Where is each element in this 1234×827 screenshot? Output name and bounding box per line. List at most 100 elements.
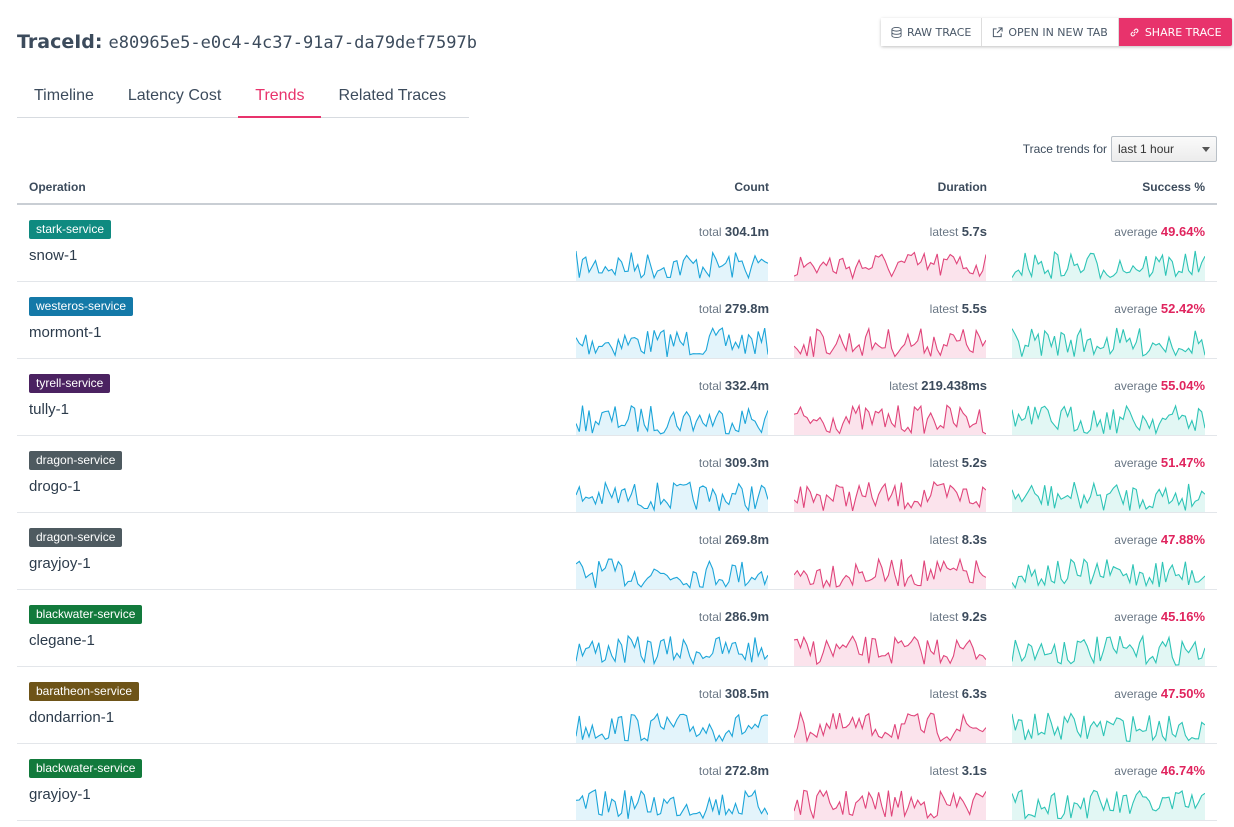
table-row[interactable]: blackwater-service grayjoy-1 total 272.8… xyxy=(17,744,1217,821)
count-value: 304.1m xyxy=(724,224,769,239)
table-row[interactable]: blackwater-service clegane-1 total 286.9… xyxy=(17,590,1217,667)
table-row[interactable]: dragon-service grayjoy-1 total 269.8m la… xyxy=(17,513,1217,590)
success-value: 55.04% xyxy=(1160,378,1205,393)
service-badge: blackwater-service xyxy=(29,605,143,624)
trace-id-label: TraceId: xyxy=(17,31,103,53)
tab-trends[interactable]: Trends xyxy=(238,76,322,118)
duration-prefix: latest xyxy=(929,610,959,624)
duration-value: 5.5s xyxy=(961,301,987,316)
operation-name: snow-1 xyxy=(29,247,78,264)
success-prefix: average xyxy=(1114,225,1158,239)
count-stat: total 308.5m xyxy=(699,686,769,701)
sparkline-area xyxy=(794,713,986,743)
duration-sparkline xyxy=(794,403,986,435)
column-duration[interactable]: Duration xyxy=(938,180,987,194)
raw-trace-label: RAW TRACE xyxy=(907,25,972,39)
success-prefix: average xyxy=(1114,302,1158,316)
duration-stat: latest 5.5s xyxy=(930,301,987,316)
count-value: 332.4m xyxy=(724,378,769,393)
trend-filter: Trace trends for last 1 hour xyxy=(1023,136,1217,162)
table-row[interactable]: stark-service snow-1 total 304.1m latest… xyxy=(17,205,1217,282)
success-stat: average 45.16% xyxy=(1114,609,1205,624)
trace-header: TraceId: e80965e5-e0c4-4c37-91a7-da79def… xyxy=(17,31,477,53)
tab-bar: Timeline Latency Cost Trends Related Tra… xyxy=(17,76,469,118)
count-sparkline xyxy=(576,480,768,512)
tab-timeline[interactable]: Timeline xyxy=(17,76,111,118)
success-sparkline xyxy=(1012,634,1205,666)
sparkline-area xyxy=(1012,713,1205,743)
success-sparkline xyxy=(1012,789,1205,820)
operation-name: grayjoy-1 xyxy=(29,555,91,572)
service-badge: stark-service xyxy=(29,220,112,239)
success-prefix: average xyxy=(1114,687,1158,701)
duration-stat: latest 9.2s xyxy=(930,609,987,624)
count-value: 269.8m xyxy=(724,532,769,547)
count-prefix: total xyxy=(698,533,722,547)
duration-sparkline xyxy=(794,557,986,589)
table-row[interactable]: dragon-service drogo-1 total 309.3m late… xyxy=(17,436,1217,513)
success-prefix: average xyxy=(1114,610,1158,624)
table-row[interactable]: baratheon-service dondarrion-1 total 308… xyxy=(17,667,1217,744)
share-trace-button[interactable]: SHARE TRACE xyxy=(1118,18,1232,46)
duration-value: 3.1s xyxy=(961,763,987,778)
duration-sparkline xyxy=(794,711,986,743)
success-sparkline xyxy=(1012,558,1205,589)
duration-stat: latest 5.7s xyxy=(930,224,987,239)
table-row[interactable]: tyrell-service tully-1 total 332.4m late… xyxy=(17,359,1217,436)
success-value: 47.88% xyxy=(1160,532,1205,547)
tab-related-traces[interactable]: Related Traces xyxy=(321,76,463,118)
duration-prefix: latest xyxy=(929,225,959,239)
success-prefix: average xyxy=(1114,533,1158,547)
count-stat: total 279.8m xyxy=(699,301,769,316)
trends-table: Operation Count Duration Success % stark… xyxy=(17,172,1217,821)
success-stat: average 46.74% xyxy=(1114,763,1205,778)
column-count[interactable]: Count xyxy=(734,180,769,194)
success-value: 47.50% xyxy=(1160,686,1205,701)
duration-value: 9.2s xyxy=(961,609,987,624)
duration-value: 5.2s xyxy=(961,455,987,470)
count-stat: total 286.9m xyxy=(699,609,769,624)
open-new-tab-button[interactable]: OPEN IN NEW TAB xyxy=(982,18,1119,46)
success-stat: average 51.47% xyxy=(1114,455,1205,470)
duration-stat: latest 8.3s xyxy=(930,532,987,547)
service-badge: dragon-service xyxy=(29,451,123,470)
column-success[interactable]: Success % xyxy=(1142,180,1205,194)
count-stat: total 309.3m xyxy=(699,455,769,470)
success-prefix: average xyxy=(1114,764,1158,778)
operation-name: tully-1 xyxy=(29,401,70,418)
success-value: 46.74% xyxy=(1160,763,1205,778)
duration-value: 6.3s xyxy=(961,686,987,701)
count-value: 308.5m xyxy=(724,686,769,701)
service-badge: baratheon-service xyxy=(29,682,140,701)
link-icon xyxy=(1130,28,1139,36)
duration-stat: latest 6.3s xyxy=(930,686,987,701)
service-badge: tyrell-service xyxy=(29,374,111,393)
duration-prefix: latest xyxy=(889,379,918,393)
duration-prefix: latest xyxy=(929,302,959,316)
sparkline-area xyxy=(1012,482,1205,512)
tab-latency-cost[interactable]: Latency Cost xyxy=(111,76,238,118)
external-link-icon xyxy=(993,26,1003,37)
success-value: 49.64% xyxy=(1160,224,1205,239)
success-sparkline xyxy=(1012,481,1205,512)
duration-stat: latest 219.438ms xyxy=(889,378,987,393)
count-value: 279.8m xyxy=(724,301,769,316)
count-sparkline xyxy=(576,558,768,589)
raw-trace-button[interactable]: RAW TRACE xyxy=(881,18,983,46)
table-row[interactable]: westeros-service mormont-1 total 279.8m … xyxy=(17,282,1217,359)
count-stat: total 304.1m xyxy=(699,224,769,239)
duration-sparkline xyxy=(794,635,986,666)
duration-prefix: latest xyxy=(929,687,959,701)
success-stat: average 52.42% xyxy=(1114,301,1205,316)
duration-sparkline xyxy=(794,480,986,512)
count-stat: total 272.8m xyxy=(699,763,769,778)
time-range-select[interactable]: last 1 hour xyxy=(1111,136,1217,162)
column-operation[interactable]: Operation xyxy=(29,180,86,194)
success-value: 52.42% xyxy=(1160,301,1205,316)
count-sparkline xyxy=(576,712,768,743)
service-badge: blackwater-service xyxy=(29,759,143,778)
count-sparkline xyxy=(576,789,768,820)
table-header: Operation Count Duration Success % xyxy=(17,172,1217,205)
open-new-tab-label: OPEN IN NEW TAB xyxy=(1008,25,1108,39)
table-body: stark-service snow-1 total 304.1m latest… xyxy=(17,205,1217,821)
